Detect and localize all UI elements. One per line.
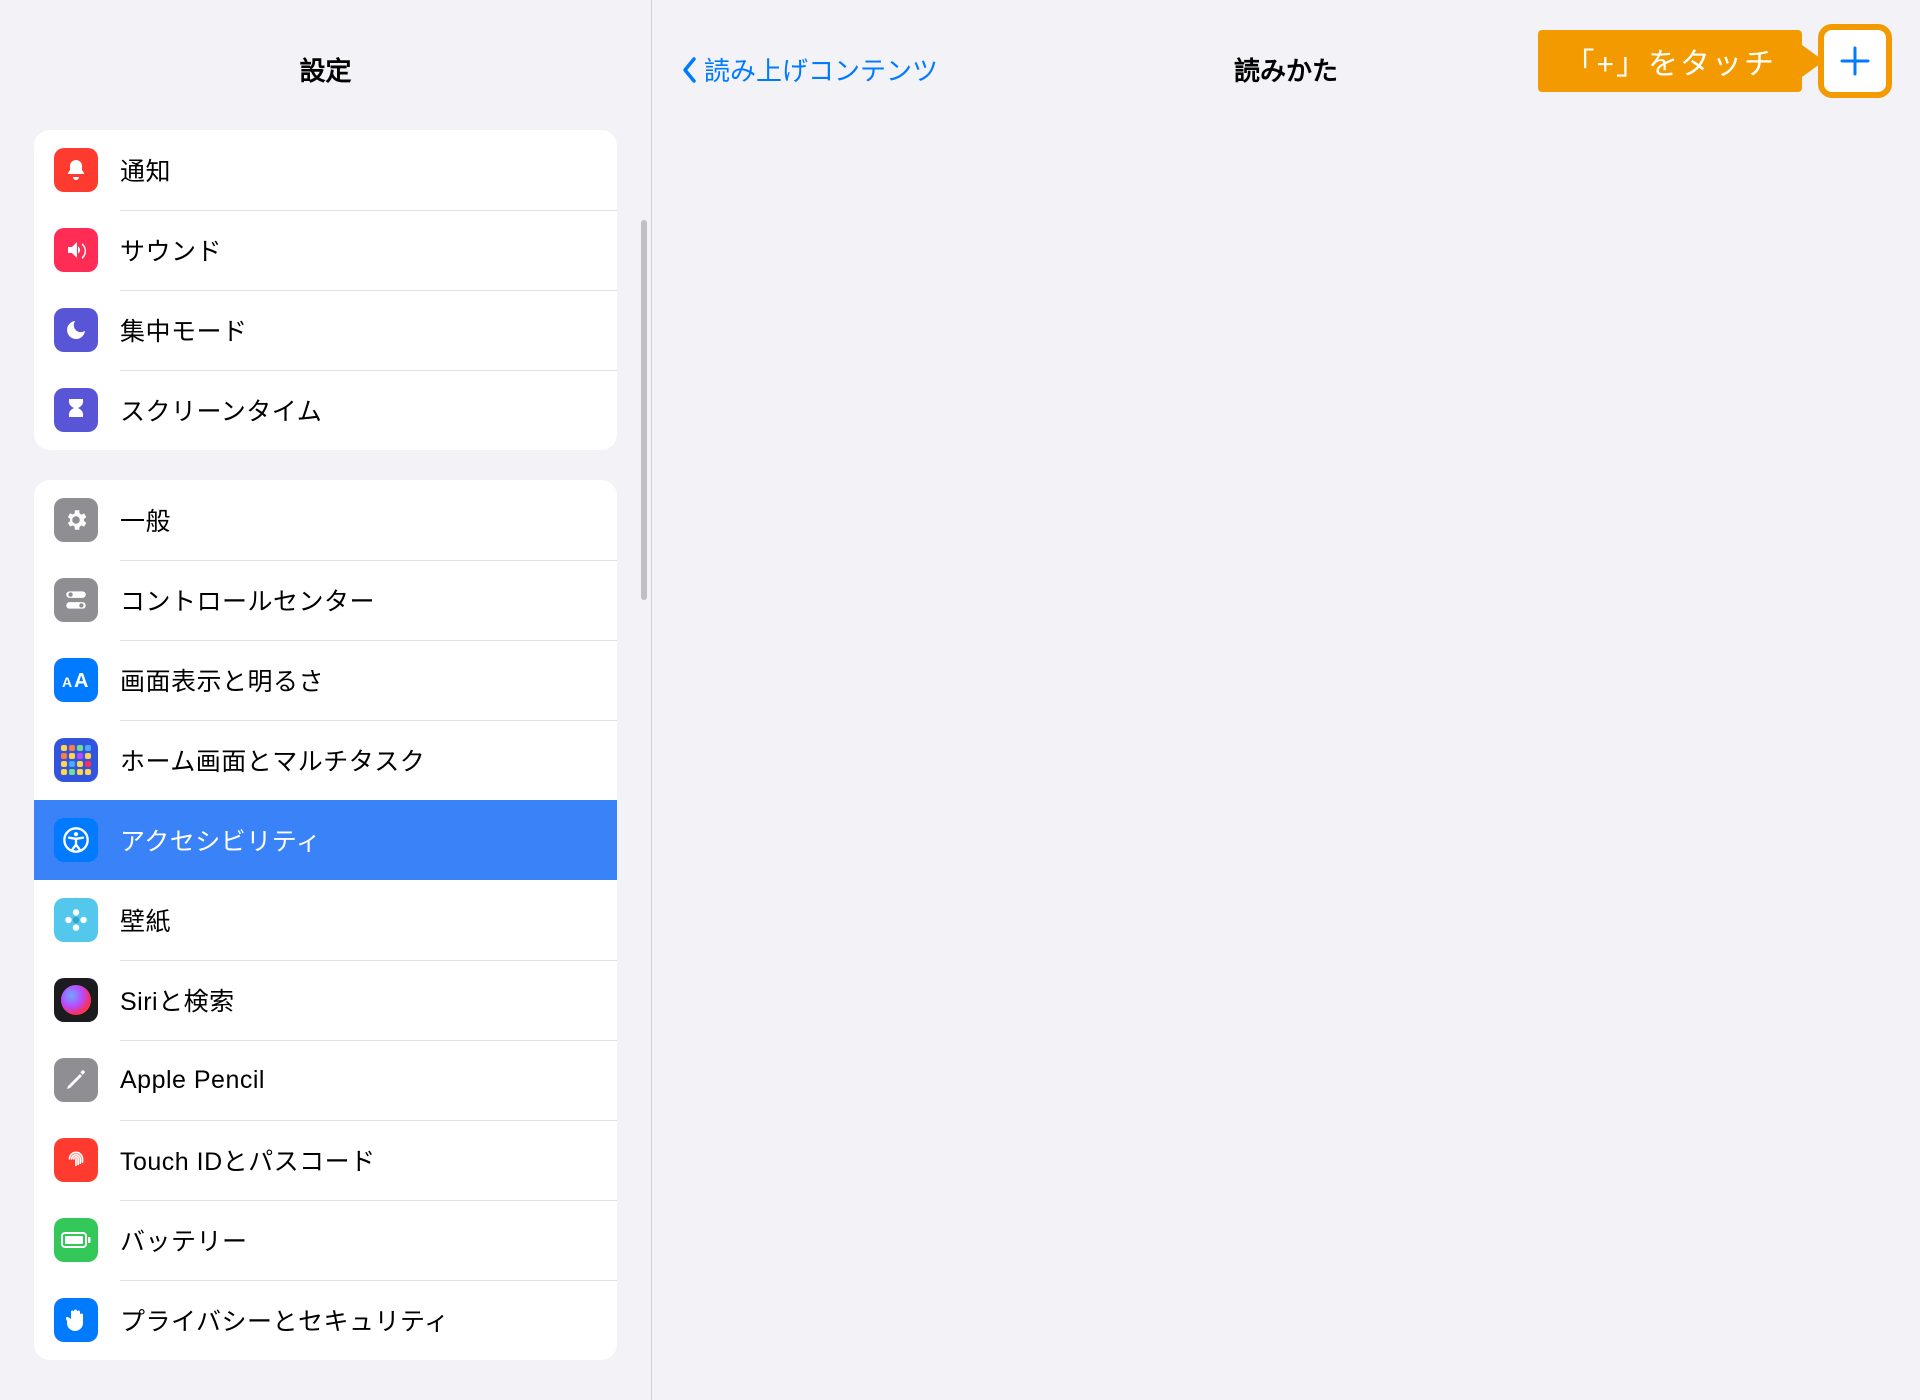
siri-icon xyxy=(54,978,98,1022)
tooltip-callout: 「+」をタッチ xyxy=(1538,30,1802,92)
sidebar-item-label: 集中モード xyxy=(120,312,248,348)
sidebar-item-display[interactable]: AA 画面表示と明るさ xyxy=(34,640,617,720)
sidebar-item-general[interactable]: 一般 xyxy=(34,480,617,560)
sidebar-item-label: スクリーンタイム xyxy=(120,392,322,428)
tooltip-text: 「+」をタッチ xyxy=(1564,39,1776,83)
sidebar-item-privacy[interactable]: プライバシーとセキュリティ xyxy=(34,1280,617,1360)
flower-icon xyxy=(54,898,98,942)
svg-text:A: A xyxy=(74,670,88,690)
hand-icon xyxy=(54,1298,98,1342)
chevron-left-icon xyxy=(680,55,700,85)
sidebar-group: 通知 サウンド 集中モード xyxy=(34,130,617,450)
sidebar-item-label: 通知 xyxy=(120,152,171,188)
sidebar-title: 設定 xyxy=(0,0,651,110)
sidebar-item-label: アクセシビリティ xyxy=(120,822,321,858)
back-label: 読み上げコンテンツ xyxy=(704,51,938,88)
svg-text:A: A xyxy=(62,674,72,690)
sidebar-item-label: 一般 xyxy=(120,502,171,538)
bell-icon xyxy=(54,148,98,192)
sidebar-item-label: バッテリー xyxy=(120,1222,248,1258)
app-grid-icon xyxy=(54,738,98,782)
sidebar-item-label: Apple Pencil xyxy=(120,1066,265,1095)
sidebar-scroll[interactable]: 通知 サウンド 集中モード xyxy=(0,110,651,1400)
speaker-icon xyxy=(54,228,98,272)
battery-icon xyxy=(54,1218,98,1262)
detail-pane: 読み上げコンテンツ 読みかた 「+」をタッチ xyxy=(652,0,1920,1400)
sidebar-item-label: ホーム画面とマルチタスク xyxy=(120,742,425,778)
sidebar-item-control-center[interactable]: コントロールセンター xyxy=(34,560,617,640)
sidebar-item-notifications[interactable]: 通知 xyxy=(34,130,617,210)
app-root: 設定 通知 サウンド xyxy=(0,0,1920,1400)
sidebar-item-label: プライバシーとセキュリティ xyxy=(120,1302,450,1338)
detail-header: 読み上げコンテンツ 読みかた 「+」をタッチ xyxy=(652,0,1920,110)
sidebar-group: 一般 コントロールセンター AA 画面表示と明るさ xyxy=(34,480,617,1360)
sidebar-item-home-screen[interactable]: ホーム画面とマルチタスク xyxy=(34,720,617,800)
detail-title: 読みかた xyxy=(1234,51,1338,88)
sidebar-item-label: Siriと検索 xyxy=(120,982,235,1018)
sidebar-scrollbar[interactable] xyxy=(641,220,647,600)
fingerprint-icon xyxy=(54,1138,98,1182)
sidebar-item-apple-pencil[interactable]: Apple Pencil xyxy=(34,1040,617,1120)
sidebar-item-label: コントロールセンター xyxy=(120,582,375,618)
text-size-icon: AA xyxy=(54,658,98,702)
sidebar-item-touch-id[interactable]: Touch IDとパスコード xyxy=(34,1120,617,1200)
sidebar-item-battery[interactable]: バッテリー xyxy=(34,1200,617,1280)
sidebar-item-label: 画面表示と明るさ xyxy=(120,662,324,698)
sidebar-item-siri[interactable]: Siriと検索 xyxy=(34,960,617,1040)
sidebar-item-label: サウンド xyxy=(120,232,222,268)
accessibility-icon xyxy=(54,818,98,862)
back-button[interactable]: 読み上げコンテンツ xyxy=(680,51,938,88)
sidebar-item-screentime[interactable]: スクリーンタイム xyxy=(34,370,617,450)
plus-icon xyxy=(1836,42,1874,80)
hourglass-icon xyxy=(54,388,98,432)
settings-sidebar: 設定 通知 サウンド xyxy=(0,0,652,1400)
moon-icon xyxy=(54,308,98,352)
toggles-icon xyxy=(54,578,98,622)
sidebar-item-accessibility[interactable]: アクセシビリティ xyxy=(34,800,617,880)
pencil-icon xyxy=(54,1058,98,1102)
sidebar-item-label: Touch IDとパスコード xyxy=(120,1142,376,1178)
sidebar-item-label: 壁紙 xyxy=(120,902,171,938)
gear-icon xyxy=(54,498,98,542)
sidebar-item-focus[interactable]: 集中モード xyxy=(34,290,617,370)
sidebar-item-sounds[interactable]: サウンド xyxy=(34,210,617,290)
add-button[interactable] xyxy=(1818,24,1892,98)
sidebar-item-wallpaper[interactable]: 壁紙 xyxy=(34,880,617,960)
